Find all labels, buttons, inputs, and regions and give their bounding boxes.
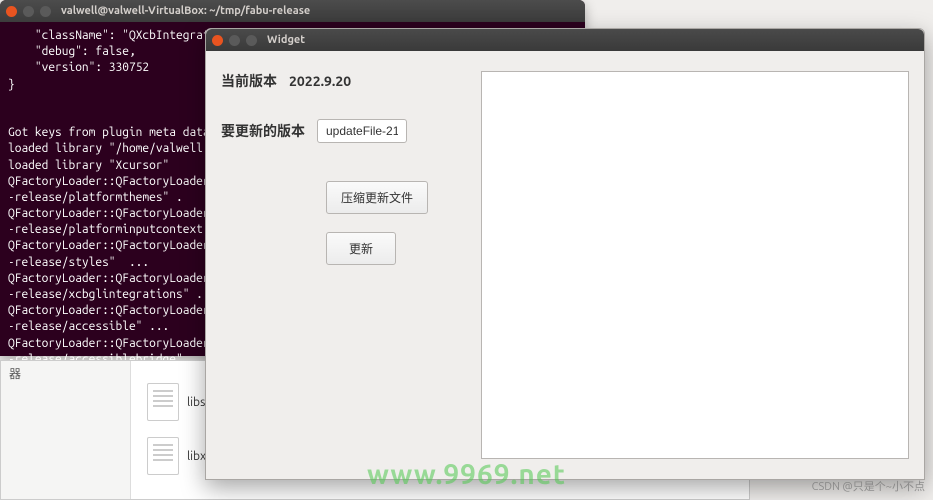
maximize-icon[interactable] [246, 35, 257, 46]
window-controls [6, 6, 51, 17]
watermark-center: www.9969.net [367, 459, 566, 490]
widget-window: Widget 当前版本 2022.9.20 要更新的版本 压缩更新文件 更新 [205, 28, 925, 480]
close-icon[interactable] [212, 35, 223, 46]
update-file-input[interactable] [317, 119, 407, 143]
update-button[interactable]: 更新 [326, 232, 396, 265]
widget-titlebar[interactable]: Widget [206, 29, 924, 51]
update-version-row: 要更新的版本 [221, 119, 471, 143]
file-icon [147, 383, 179, 421]
terminal-titlebar[interactable]: valwell@valwell-VirtualBox: ~/tmp/fabu-r… [0, 0, 585, 22]
watermark-corner: CSDN @只是个~小不点 [812, 478, 925, 494]
current-version-row: 当前版本 2022.9.20 [221, 71, 471, 91]
current-version-value: 2022.9.20 [289, 73, 351, 89]
widget-form: 当前版本 2022.9.20 要更新的版本 压缩更新文件 更新 [221, 71, 471, 459]
compress-button[interactable]: 压缩更新文件 [326, 181, 428, 214]
maximize-icon[interactable] [40, 6, 51, 17]
window-controls [212, 35, 257, 46]
widget-output-panel[interactable] [481, 71, 909, 459]
sidebar-item[interactable]: 器 [1, 361, 130, 386]
terminal-title: valwell@valwell-VirtualBox: ~/tmp/fabu-r… [61, 5, 310, 17]
file-icon [147, 437, 179, 475]
widget-title: Widget [267, 34, 305, 46]
file-manager-sidebar: 器 [1, 361, 131, 499]
minimize-icon[interactable] [229, 35, 240, 46]
update-version-label: 要更新的版本 [221, 121, 305, 141]
minimize-icon[interactable] [23, 6, 34, 17]
close-icon[interactable] [6, 6, 17, 17]
widget-body: 当前版本 2022.9.20 要更新的版本 压缩更新文件 更新 [206, 51, 924, 479]
current-version-label: 当前版本 [221, 71, 277, 91]
